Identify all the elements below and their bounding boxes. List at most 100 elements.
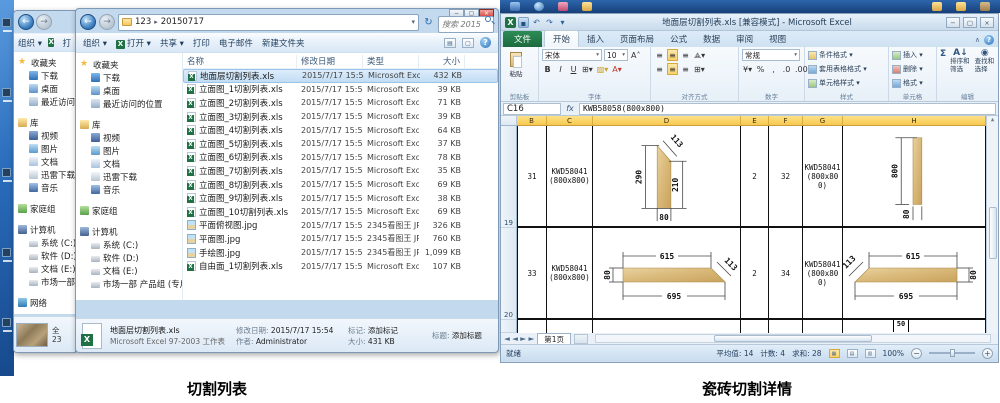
- open-menu[interactable]: X打开 ▾: [116, 37, 151, 49]
- change-view-button[interactable]: ▤: [444, 38, 456, 48]
- sidebar-item-libraries[interactable]: 库: [76, 118, 182, 131]
- tab-data[interactable]: 数据: [695, 31, 728, 47]
- italic-button[interactable]: I: [555, 63, 566, 75]
- page-layout-view-button[interactable]: ▤: [847, 349, 858, 358]
- comma-button[interactable]: ,: [768, 63, 779, 75]
- sidebar-item-recent[interactable]: 最近访问的位置: [14, 95, 75, 108]
- add-tag-link[interactable]: 添加标记: [368, 326, 398, 335]
- back-button[interactable]: ←: [80, 14, 96, 30]
- formula-bar[interactable]: KWB58058(800x800): [579, 103, 996, 115]
- sidebar-item-music[interactable]: 音乐: [14, 181, 75, 194]
- cell-d21[interactable]: [593, 320, 741, 333]
- file-row[interactable]: 立面图_3切割列表.xls 2015/7/17 15:54 Microsoft …: [183, 110, 498, 124]
- align-center-button[interactable]: ≡: [667, 63, 678, 75]
- file-row[interactable]: 立面图_6切割列表.xls 2015/7/17 15:54 Microsoft …: [183, 151, 498, 165]
- redo-button[interactable]: ↷: [544, 17, 555, 28]
- desktop-icon[interactable]: [2, 318, 11, 327]
- font-color-button[interactable]: A▾: [611, 63, 623, 75]
- zoom-slider[interactable]: [929, 352, 975, 354]
- save-button[interactable]: ▪: [518, 17, 529, 28]
- vertical-scrollbar[interactable]: ▲: [986, 116, 998, 333]
- cell-h20-drawing[interactable]: 615 695 80 113: [843, 228, 986, 320]
- column-header-g[interactable]: G: [803, 116, 843, 126]
- help-icon[interactable]: ?: [984, 35, 994, 45]
- sidebar-item-drive-d[interactable]: 软件 (D:): [76, 251, 182, 264]
- orientation-button[interactable]: ⟁▾: [693, 49, 706, 61]
- taskbar-folder-icon[interactable]: [932, 2, 942, 11]
- sidebar-item-desktop[interactable]: 桌面: [76, 84, 182, 97]
- file-row[interactable]: 立面图_9切割列表.xls 2015/7/17 15:54 Microsoft …: [183, 191, 498, 205]
- sidebar-item-favorites[interactable]: ★收藏夹: [14, 56, 75, 69]
- sidebar-item-downloads[interactable]: 下载: [14, 69, 75, 82]
- cell-d20-drawing[interactable]: 615 695 80 113: [593, 228, 741, 320]
- cell-b21[interactable]: [517, 320, 547, 333]
- forward-button[interactable]: →: [36, 14, 52, 30]
- column-header-b[interactable]: B: [517, 116, 547, 126]
- grow-font-button[interactable]: A˄: [630, 49, 641, 61]
- paste-button[interactable]: 粘贴: [504, 49, 528, 81]
- tab-file[interactable]: 文件: [503, 31, 542, 47]
- refresh-button[interactable]: ↻: [422, 15, 435, 30]
- breadcrumb-segment[interactable]: 123: [135, 17, 151, 27]
- align-left-button[interactable]: ≡: [654, 63, 665, 75]
- open-menu[interactable]: 打: [62, 37, 71, 49]
- align-middle-button[interactable]: ≡: [667, 49, 678, 61]
- align-bottom-button[interactable]: ≡: [680, 49, 691, 61]
- cell-e21[interactable]: [741, 320, 769, 333]
- cell-f19[interactable]: 32: [769, 126, 803, 228]
- forward-button[interactable]: →: [99, 14, 115, 30]
- file-row-selected[interactable]: 地面层切割列表.xls 2015/7/17 15:54 Microsoft Ex…: [183, 69, 498, 83]
- sort-filter-button[interactable]: A↓ 排序和筛选: [950, 49, 970, 92]
- sheet-nav-icons[interactable]: ◄ ◄ ► ►: [504, 334, 534, 343]
- sidebar-item-thunder[interactable]: 迅雷下载: [76, 170, 182, 183]
- print-button[interactable]: 打印: [193, 37, 210, 49]
- zoom-out-button[interactable]: −: [911, 348, 922, 359]
- sidebar-item-videos[interactable]: 视频: [76, 131, 182, 144]
- cell-b20[interactable]: 33: [517, 228, 547, 320]
- find-select-button[interactable]: ◉ 查找和选择: [975, 49, 995, 92]
- file-row[interactable]: 平面俯视图.jpg 2015/7/17 15:57 2345看图王 JPG ..…: [183, 219, 498, 233]
- decrease-decimal-button[interactable]: .00: [794, 63, 805, 75]
- cell-b19[interactable]: 31: [517, 126, 547, 228]
- back-button[interactable]: ←: [18, 14, 34, 30]
- autosum-button[interactable]: Σ: [940, 49, 946, 59]
- tab-insert[interactable]: 插入: [579, 31, 612, 47]
- delete-cells-button[interactable]: 删除 ▾: [892, 63, 933, 75]
- tab-review[interactable]: 审阅: [728, 31, 761, 47]
- tab-page-layout[interactable]: 页面布局: [612, 31, 662, 47]
- desktop-icon[interactable]: [2, 248, 11, 257]
- column-header-date[interactable]: 修改日期: [297, 55, 363, 68]
- column-header-name[interactable]: 名称: [183, 55, 297, 68]
- sidebar-item-downloads[interactable]: 下载: [76, 71, 182, 84]
- file-row[interactable]: 立面图_5切割列表.xls 2015/7/17 15:54 Microsoft …: [183, 137, 498, 151]
- zoom-in-button[interactable]: +: [982, 348, 993, 359]
- address-bar[interactable]: 123 ▸ 20150717 ▾: [118, 14, 419, 31]
- cell-c20[interactable]: KWD58041(800x800): [547, 228, 593, 320]
- sheet-tab-page1[interactable]: 第1页: [537, 333, 571, 344]
- column-header-f[interactable]: F: [769, 116, 803, 126]
- align-right-button[interactable]: ≡: [680, 63, 691, 75]
- number-format-select[interactable]: 常规▾: [742, 49, 800, 61]
- cell-e19[interactable]: 2: [741, 126, 769, 228]
- file-row[interactable]: 立面图_1切割列表.xls 2015/7/17 15:54 Microsoft …: [183, 83, 498, 97]
- taskbar-folder-icon[interactable]: [510, 2, 520, 11]
- sidebar-item-homegroup[interactable]: 家庭组: [76, 204, 182, 217]
- file-row[interactable]: 立面图_8切割列表.xls 2015/7/17 15:54 Microsoft …: [183, 178, 498, 192]
- quick-access-dropdown-icon[interactable]: ▾: [557, 17, 568, 28]
- sidebar-item-drive-e[interactable]: 文档 (E:): [76, 264, 182, 277]
- zoom-level[interactable]: 100%: [883, 349, 904, 358]
- sidebar-item-pictures[interactable]: 图片: [76, 144, 182, 157]
- desktop-icon[interactable]: [2, 18, 11, 27]
- underline-button[interactable]: U: [568, 63, 579, 75]
- column-header-size[interactable]: 大小: [419, 55, 465, 68]
- name-box[interactable]: C16: [503, 103, 561, 115]
- increase-decimal-button[interactable]: .0: [781, 63, 792, 75]
- cell-e20[interactable]: 2: [741, 228, 769, 320]
- cell-g19[interactable]: KWD58041(800x800): [803, 126, 843, 228]
- scrollbar-thumb[interactable]: [989, 207, 997, 259]
- collapse-ribbon-icon[interactable]: ∧: [975, 36, 980, 44]
- sidebar-item-documents[interactable]: 文档: [76, 157, 182, 170]
- sidebar-item-thunder[interactable]: 迅雷下载: [14, 168, 75, 181]
- sidebar-item-drive-e[interactable]: 文档 (E:): [14, 262, 75, 275]
- file-row[interactable]: 立面图_7切割列表.xls 2015/7/17 15:54 Microsoft …: [183, 164, 498, 178]
